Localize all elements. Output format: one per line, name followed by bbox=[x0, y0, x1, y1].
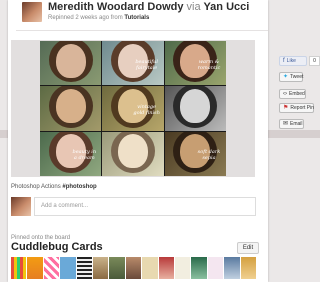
board-thumbnail[interactable] bbox=[224, 257, 240, 279]
image-cell: beauty in a dream bbox=[40, 131, 102, 176]
pin-image-area[interactable]: beautiful fairytale warm & romantic vint… bbox=[11, 40, 255, 177]
embed-icon: ‹› bbox=[283, 91, 287, 97]
pin-image-grid[interactable]: beautiful fairytale warm & romantic vint… bbox=[40, 41, 226, 176]
pin-description: Photoshop Actions #photoshop bbox=[11, 184, 97, 190]
tweet-label: Tweet bbox=[290, 74, 304, 80]
image-cell bbox=[40, 41, 102, 86]
hashtag-link[interactable]: #photoshop bbox=[62, 184, 96, 190]
description-text: Photoshop Actions bbox=[11, 184, 61, 190]
image-cell: vintage gold finish bbox=[102, 86, 164, 131]
repin-board-link[interactable]: Tutorials bbox=[124, 15, 149, 21]
image-label: vintage gold finish bbox=[133, 104, 160, 117]
like-count: 0 bbox=[309, 56, 320, 66]
facebook-icon: f bbox=[283, 58, 285, 64]
embed-button[interactable]: ‹› Embed bbox=[279, 89, 306, 99]
board-thumbnail[interactable] bbox=[43, 257, 60, 279]
email-icon: ✉ bbox=[283, 121, 289, 127]
comment-input[interactable]: Add a comment... bbox=[34, 197, 256, 216]
twitter-icon: ✦ bbox=[283, 74, 289, 80]
email-button[interactable]: ✉ Email bbox=[279, 119, 304, 129]
board-thumbnail[interactable] bbox=[207, 257, 224, 279]
image-label: soft dark sepia bbox=[197, 149, 221, 162]
like-label: Like bbox=[286, 58, 296, 64]
image-cell bbox=[102, 131, 164, 176]
repin-info: Repinned 2 weeks ago from Tutorials bbox=[48, 15, 149, 21]
report-label: Report Pin bbox=[290, 105, 315, 111]
author-name[interactable]: Meredith Woodard Dowdy bbox=[48, 1, 183, 13]
via-word: via bbox=[186, 1, 201, 13]
tweet-button[interactable]: ✦ Tweet bbox=[279, 72, 303, 82]
repin-text: Repinned 2 weeks ago from bbox=[48, 15, 123, 21]
report-pin-button[interactable]: ⚑ Report Pin bbox=[279, 103, 314, 113]
edit-board-button[interactable]: Edit bbox=[237, 242, 259, 254]
board-thumbnail[interactable] bbox=[76, 257, 93, 279]
facebook-like-button[interactable]: f Like bbox=[279, 56, 307, 66]
header-divider bbox=[16, 30, 268, 31]
board-thumbnail[interactable] bbox=[191, 257, 207, 279]
board-thumbnail[interactable] bbox=[109, 257, 125, 279]
image-label: beautiful fairytale bbox=[135, 58, 158, 71]
board-thumbnail[interactable] bbox=[240, 257, 257, 279]
author-avatar[interactable] bbox=[22, 2, 42, 22]
commenter-avatar bbox=[11, 197, 31, 216]
flag-icon: ⚑ bbox=[283, 105, 289, 111]
image-cell: soft dark sepia bbox=[164, 131, 226, 176]
board-thumbnail[interactable] bbox=[27, 257, 43, 279]
board-thumbnail[interactable] bbox=[142, 257, 158, 279]
image-label: beauty in a dream bbox=[72, 149, 97, 162]
via-user[interactable]: Yan Ucci bbox=[203, 1, 249, 13]
image-label: warm & romantic bbox=[197, 58, 221, 71]
board-thumbnail[interactable] bbox=[11, 257, 27, 279]
pin-title: Meredith Woodard Dowdy via Yan Ucci bbox=[48, 1, 249, 13]
image-cell bbox=[164, 86, 226, 131]
image-cell bbox=[40, 86, 102, 131]
comment-placeholder: Add a comment... bbox=[41, 203, 89, 209]
board-thumbnail[interactable] bbox=[175, 257, 191, 279]
board-thumbnail[interactable] bbox=[93, 257, 109, 279]
board-thumbnail[interactable] bbox=[158, 257, 175, 279]
board-thumbnails bbox=[11, 257, 257, 279]
image-cell: beautiful fairytale bbox=[102, 41, 164, 86]
board-thumbnail[interactable] bbox=[125, 257, 142, 279]
image-cell: warm & romantic bbox=[164, 41, 226, 86]
email-label: Email bbox=[290, 121, 303, 127]
board-name[interactable]: Cuddlebug Cards bbox=[11, 241, 103, 253]
board-thumbnail[interactable] bbox=[60, 257, 76, 279]
embed-label: Embed bbox=[289, 91, 305, 97]
